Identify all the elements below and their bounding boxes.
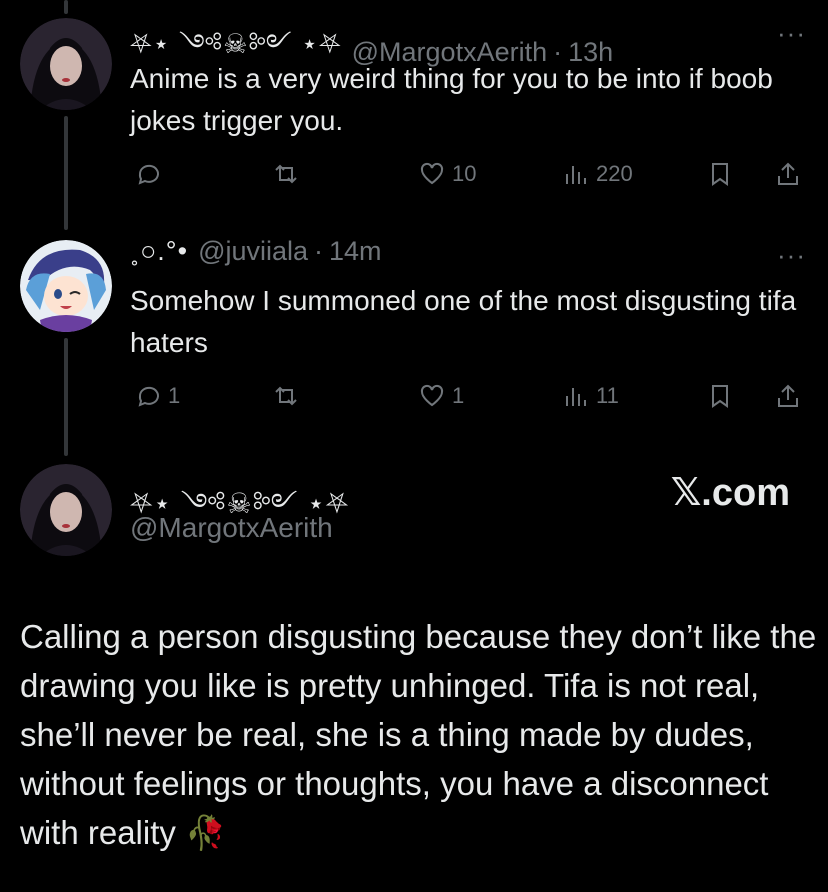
avatar[interactable] xyxy=(20,464,112,556)
timestamp[interactable]: 14m xyxy=(329,236,382,267)
views-icon xyxy=(566,166,586,184)
views-button[interactable]: 220 xyxy=(562,154,633,194)
views-button[interactable]: 11 xyxy=(562,376,619,416)
action-bar: 10 220 xyxy=(130,154,810,194)
views-count: 220 xyxy=(596,161,633,186)
tweet-text: Anime is a very weird thing for you to b… xyxy=(130,63,773,136)
reply-count: 1 xyxy=(168,383,181,408)
thread-line-1 xyxy=(64,116,68,230)
reply-button[interactable] xyxy=(134,154,168,194)
bookmark-button[interactable] xyxy=(706,376,734,416)
heart-icon xyxy=(420,384,444,407)
more-icon[interactable]: ··· xyxy=(777,18,806,49)
retweet-icon xyxy=(275,164,297,184)
share-icon xyxy=(778,162,798,185)
views-icon xyxy=(566,388,586,406)
reply-icon xyxy=(138,386,159,407)
share-icon xyxy=(778,384,798,407)
avatar-image xyxy=(20,18,112,110)
bookmark-button[interactable] xyxy=(706,154,734,194)
tweet-header: ˳○.°• @juviiala · 14m xyxy=(130,236,382,267)
like-button[interactable]: 1 xyxy=(418,376,464,416)
like-button[interactable]: 10 xyxy=(418,154,476,194)
reply-button[interactable]: 1 xyxy=(134,376,180,416)
avatar[interactable] xyxy=(20,240,112,332)
post-text: Calling a person disgusting because they… xyxy=(20,618,817,851)
bookmark-icon xyxy=(712,163,728,186)
separator: · xyxy=(314,236,324,266)
tweet-text: Somehow I summoned one of the most disgu… xyxy=(130,285,797,358)
views-count: 11 xyxy=(596,383,619,408)
thread-line-top xyxy=(64,0,68,14)
bookmark-icon xyxy=(712,385,728,408)
avatar-image xyxy=(20,240,112,332)
like-count: 10 xyxy=(452,161,477,186)
x-logo: 𝕏.com xyxy=(670,472,790,514)
action-bar: 1 1 11 xyxy=(130,376,810,416)
share-button[interactable] xyxy=(774,376,802,416)
retweet-button[interactable] xyxy=(272,154,306,194)
heart-icon xyxy=(420,162,444,185)
handle[interactable]: @MargotxAerith xyxy=(130,512,333,544)
reply-icon xyxy=(138,164,159,185)
display-name[interactable]: ˳○.°• xyxy=(130,236,188,267)
avatar[interactable] xyxy=(20,18,112,110)
like-count: 1 xyxy=(452,383,465,408)
share-button[interactable] xyxy=(774,154,802,194)
more-icon[interactable]: ··· xyxy=(777,240,806,271)
thread-line-2 xyxy=(64,338,68,456)
handle[interactable]: @juviiala xyxy=(198,236,308,267)
retweet-button[interactable] xyxy=(272,376,306,416)
retweet-icon xyxy=(275,386,297,406)
avatar-image xyxy=(20,464,112,556)
